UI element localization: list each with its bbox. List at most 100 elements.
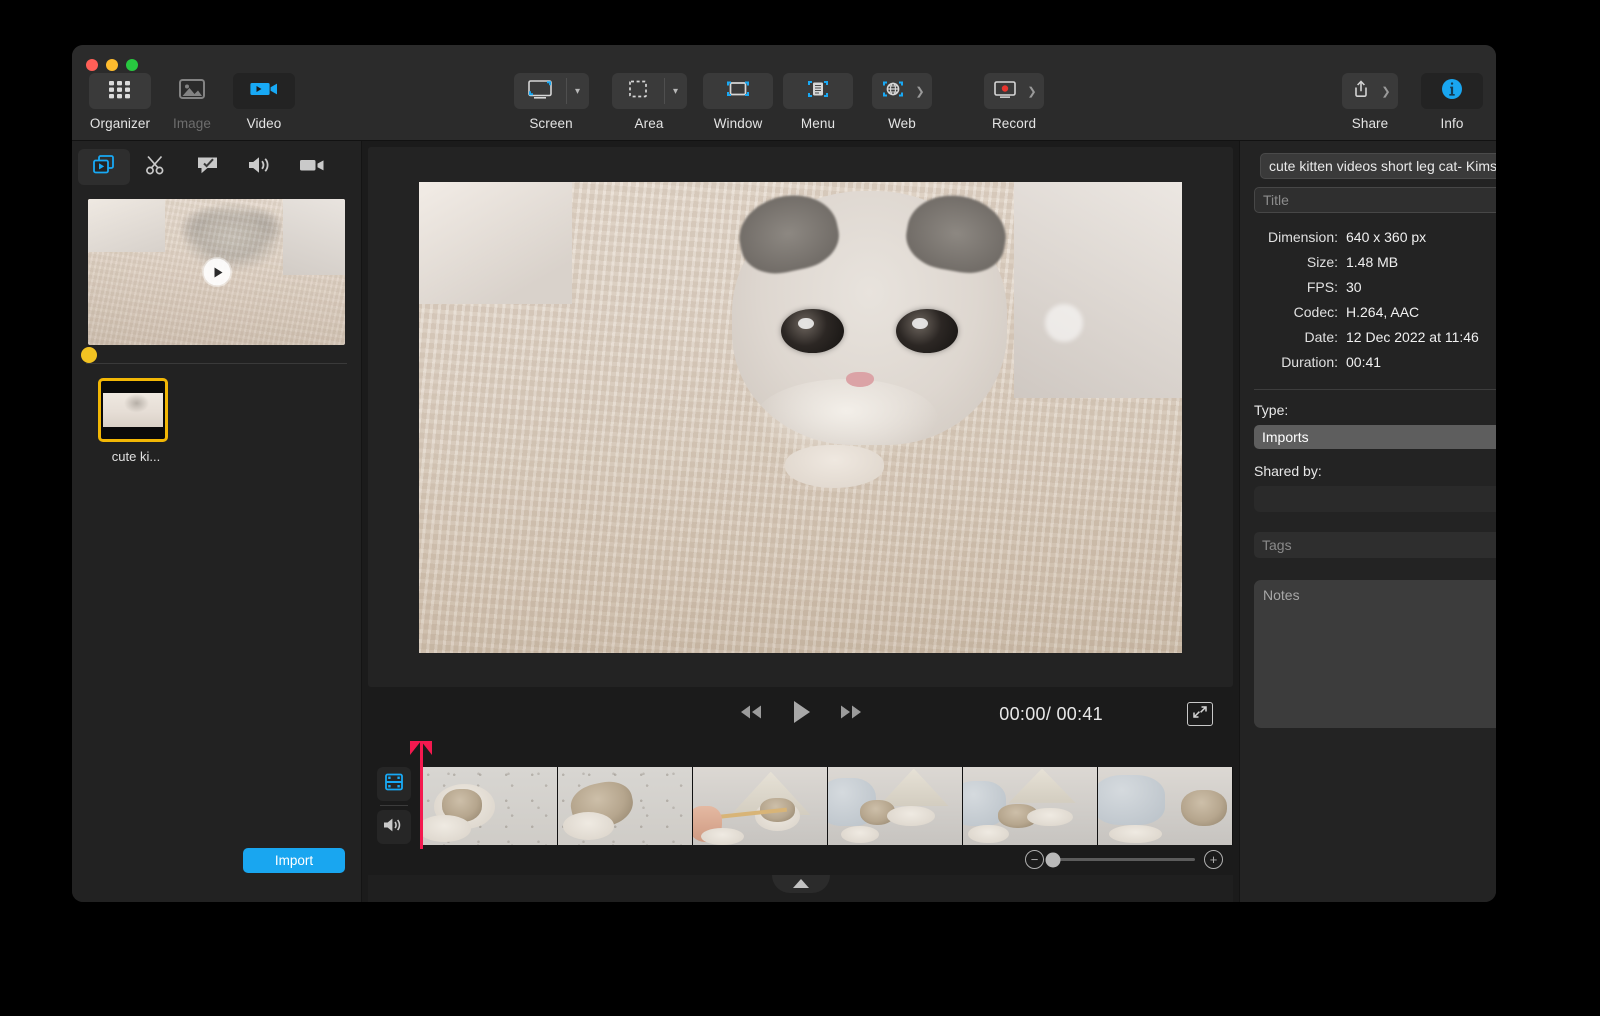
metadata-value: 00:41	[1346, 354, 1382, 370]
timeline[interactable]: − +	[368, 741, 1233, 875]
area-split-button[interactable]: ▾	[611, 73, 687, 109]
tags-field[interactable]: Tags	[1254, 532, 1496, 558]
zoom-slider-knob[interactable]	[1045, 852, 1061, 867]
video-frame-bokeh	[1044, 303, 1083, 342]
filmstrip[interactable]	[423, 767, 1233, 845]
timeline-track-area[interactable]: − +	[410, 741, 1233, 875]
maximize-window-button[interactable]	[126, 59, 138, 71]
time-separator: /	[1045, 703, 1052, 724]
playhead-handle[interactable]	[410, 741, 432, 755]
sidebar-item-media-library[interactable]	[78, 149, 130, 185]
chevron-right-icon[interactable]: ❯	[1022, 73, 1042, 109]
chevron-down-icon[interactable]: ▾	[567, 73, 589, 109]
toolbar-video-button[interactable]: Video	[228, 73, 300, 131]
web-label: Web	[888, 116, 916, 131]
menu-button-surface[interactable]	[783, 73, 853, 109]
shared-by-field[interactable]	[1254, 486, 1496, 512]
sidebar-tab-bar	[72, 141, 361, 193]
video-preview[interactable]	[419, 181, 1182, 653]
fast-forward-button[interactable]	[837, 702, 865, 727]
list-item[interactable]	[558, 767, 693, 845]
list-item[interactable]: cute ki...	[98, 378, 174, 464]
list-item[interactable]	[423, 767, 558, 845]
zoom-slider[interactable]	[1045, 852, 1195, 867]
title-field[interactable]: Title	[1254, 187, 1496, 213]
sidebar-item-annotate[interactable]	[182, 149, 234, 185]
window-button-surface[interactable]	[703, 73, 773, 109]
toolbar-web-button[interactable]: ❯ Web	[858, 73, 946, 131]
toolbar-right-group: ❯ Share Info	[1324, 73, 1488, 131]
filename-field[interactable]: cute kitten videos short leg cat- Kims	[1260, 153, 1496, 179]
fullscreen-button[interactable]	[1187, 702, 1213, 726]
toolbar-area-button[interactable]: ▾ Area	[600, 73, 698, 131]
web-button-surface[interactable]: ❯	[872, 73, 932, 109]
image-button-surface[interactable]	[161, 73, 223, 109]
total-time: 00:41	[1056, 703, 1103, 724]
minimize-window-button[interactable]	[106, 59, 118, 71]
divider	[1254, 389, 1496, 390]
table-row: Codec: H.264, AAC	[1254, 304, 1496, 320]
toolbar-share-button[interactable]: ❯ Share	[1324, 73, 1416, 131]
table-row: FPS: 30	[1254, 279, 1496, 295]
toolbar-capture-group: ▾ Screen ▾ Area Window Menu ❯ Web ❯ Reco…	[502, 73, 1060, 131]
list-item[interactable]	[963, 767, 1098, 845]
close-window-button[interactable]	[86, 59, 98, 71]
toolbar-organizer-button[interactable]: Organizer	[84, 73, 156, 131]
play-overlay-button[interactable]	[203, 258, 230, 286]
share-button-surface[interactable]: ❯	[1342, 73, 1398, 109]
type-label: Type:	[1254, 402, 1289, 418]
toolbar-screen-button[interactable]: ▾ Screen	[502, 73, 600, 131]
video-button-surface[interactable]	[233, 73, 295, 109]
organizer-button-surface[interactable]	[89, 73, 151, 109]
info-button-surface[interactable]	[1421, 73, 1483, 109]
media-thumbnail[interactable]	[98, 378, 168, 442]
record-button-surface[interactable]: ❯	[984, 73, 1044, 109]
screen-capture-button[interactable]	[514, 73, 566, 109]
share-label: Share	[1351, 116, 1389, 131]
sidebar-item-trim[interactable]	[130, 149, 182, 185]
kitten-eye-left	[781, 308, 844, 354]
video-stage[interactable]	[368, 147, 1233, 687]
screen-icon	[525, 77, 555, 106]
timeline-disclosure-button[interactable]	[771, 875, 830, 893]
area-capture-button[interactable]	[612, 73, 664, 109]
notes-field[interactable]: Notes	[1254, 580, 1496, 728]
video-label: Video	[246, 116, 282, 131]
chevron-right-icon[interactable]: ❯	[1376, 73, 1396, 109]
play-button[interactable]	[789, 698, 813, 731]
metadata-value: 1.48 MB	[1346, 254, 1399, 270]
video-track-button[interactable]	[377, 767, 411, 801]
sidebar-preview[interactable]	[72, 193, 361, 363]
screen-split-button[interactable]: ▾	[513, 73, 589, 109]
rewind-button[interactable]	[737, 702, 765, 727]
list-item[interactable]	[1098, 767, 1233, 845]
list-item[interactable]	[828, 767, 963, 845]
chevron-down-icon[interactable]: ▾	[665, 73, 687, 109]
type-select[interactable]: Imports ▲▼	[1254, 425, 1496, 449]
info-label: Info	[1440, 116, 1464, 131]
callout-icon	[195, 153, 221, 182]
toolbar-image-button[interactable]: Image	[156, 73, 228, 131]
zoom-in-icon[interactable]: +	[1204, 850, 1223, 869]
playhead[interactable]	[410, 741, 432, 849]
list-item[interactable]	[693, 767, 828, 845]
sidebar-item-record[interactable]	[286, 149, 338, 185]
preview-thumbnail[interactable]	[88, 199, 345, 345]
chevron-right-icon[interactable]: ❯	[910, 73, 930, 109]
toolbar-record-button[interactable]: ❯ Record	[968, 73, 1060, 131]
metadata-value: 30	[1346, 279, 1362, 295]
metadata-label: Duration:	[1281, 354, 1338, 370]
import-button[interactable]: Import	[243, 848, 345, 873]
metadata-label: FPS:	[1306, 279, 1338, 295]
zoom-out-icon[interactable]: −	[1025, 850, 1044, 869]
audio-track-button[interactable]	[377, 810, 411, 844]
media-grid: cute ki...	[72, 364, 361, 848]
toolbar: Organizer Image Video ▾ Screen ▾ Area Wi…	[72, 45, 1496, 141]
toolbar-info-button[interactable]: Info	[1416, 73, 1488, 131]
metadata-label: Dimension:	[1267, 229, 1338, 245]
toolbar-window-button[interactable]: Window	[698, 73, 778, 131]
toolbar-menu-button[interactable]: Menu	[778, 73, 858, 131]
current-time: 00:00	[999, 703, 1046, 724]
track-divider	[380, 805, 408, 806]
sidebar-item-audio[interactable]	[234, 149, 286, 185]
